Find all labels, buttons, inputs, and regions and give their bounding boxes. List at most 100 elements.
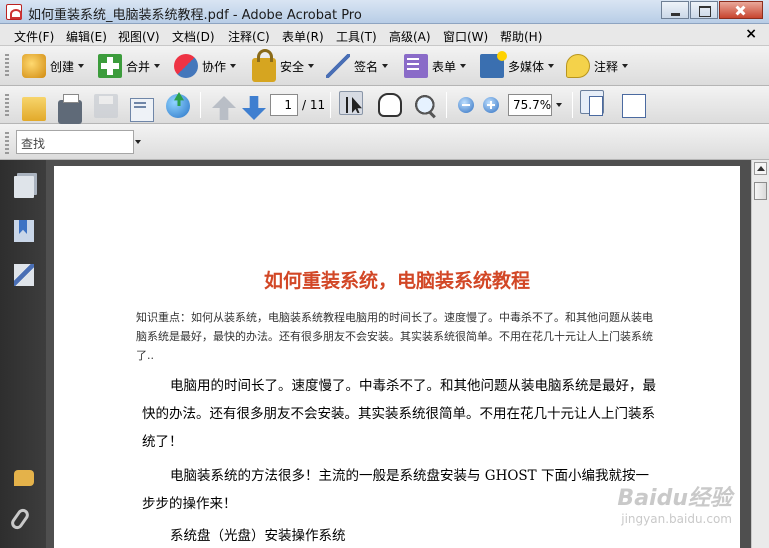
comments-panel-icon[interactable]	[14, 470, 34, 486]
window-title: 如何重装系统_电脑装系统教程.pdf - Adobe Acrobat Pro	[28, 8, 362, 23]
acrobat-pdf-icon	[6, 4, 22, 20]
find-dropdown-chevron-icon[interactable]	[135, 140, 141, 144]
save-button-wrap	[94, 94, 118, 118]
comment-button[interactable]: 注释	[566, 54, 629, 78]
watermark-url: jingyan.baidu.com	[621, 512, 732, 526]
watermark-logo: Baidu经验	[617, 486, 732, 511]
web-upload-icon[interactable]	[166, 94, 190, 118]
marquee-zoom-wrap	[414, 94, 438, 118]
multimedia-label: 多媒体	[508, 59, 545, 74]
minimize-button[interactable]	[661, 1, 689, 19]
scroll-thumb[interactable]	[754, 182, 767, 200]
open-button-wrap	[22, 94, 46, 121]
comment-label: 注释	[594, 59, 619, 74]
hand-tool-wrap	[378, 93, 402, 117]
email-icon[interactable]	[130, 98, 154, 122]
close-window-button[interactable]	[719, 1, 763, 19]
chevron-down-icon	[78, 64, 85, 68]
attachments-paperclip-icon[interactable]	[8, 506, 32, 532]
toolbar-grip[interactable]	[5, 94, 9, 118]
baidu-jingyan-watermark: Baidu经验 jingyan.baidu.com	[617, 480, 732, 526]
menu-document[interactable]: 文档(D)	[172, 28, 215, 45]
next-page-arrow-icon[interactable]	[242, 96, 266, 120]
prev-page-wrap	[212, 96, 236, 120]
pages-panel-icon[interactable]	[14, 176, 34, 198]
menu-tools[interactable]: 工具(T)	[336, 28, 377, 45]
menu-comments[interactable]: 注释(C)	[228, 28, 270, 45]
create-button[interactable]: 创建	[22, 54, 85, 78]
fit-window-icon[interactable]	[622, 94, 646, 118]
toolbar-separator	[330, 92, 331, 118]
chevron-down-icon	[308, 64, 315, 68]
forms-button[interactable]: 表单	[404, 54, 467, 78]
secure-button[interactable]: 安全	[252, 49, 315, 82]
zoom-out-wrap	[458, 97, 474, 113]
zoom-level-input[interactable]: 75.7%	[508, 94, 552, 116]
hand-tool-icon[interactable]	[378, 93, 402, 117]
window-controls	[660, 1, 763, 19]
next-page-wrap	[242, 96, 266, 120]
secure-label: 安全	[280, 59, 305, 74]
tasks-toolbar: 创建 合并 协作 安全 签名 表单 多媒体 注释	[0, 46, 769, 86]
combine-files-icon	[98, 54, 122, 78]
zoom-dropdown-chevron-icon[interactable]	[556, 103, 562, 107]
menu-file[interactable]: 文件(F)	[14, 28, 54, 45]
menu-forms[interactable]: 表单(R)	[282, 28, 324, 45]
chevron-down-icon	[382, 64, 389, 68]
printer-icon[interactable]	[58, 94, 82, 124]
chevron-down-icon	[548, 64, 555, 68]
fit-page-icon[interactable]	[580, 90, 604, 116]
scroll-up-arrow-icon[interactable]	[754, 162, 767, 175]
pen-icon	[326, 54, 350, 78]
document-paragraph: 电脑用的时间长了。速度慢了。中毒杀不了。和其他问题从装电脑系统是最好，最快的办法…	[142, 378, 656, 450]
open-folder-icon[interactable]	[22, 97, 46, 121]
signatures-panel-icon[interactable]	[14, 264, 34, 286]
collaborate-button[interactable]: 协作	[174, 54, 237, 78]
maximize-button[interactable]	[690, 1, 718, 19]
email-button-wrap	[130, 94, 154, 122]
toolbar-separator	[446, 92, 447, 118]
zoom-in-wrap	[483, 97, 499, 113]
chevron-down-icon	[154, 64, 161, 68]
create-pdf-icon	[22, 54, 46, 78]
vertical-scrollbar[interactable]	[751, 160, 769, 548]
collaborate-icon	[174, 54, 198, 78]
select-text-cursor-icon[interactable]	[339, 91, 363, 115]
combine-button[interactable]: 合并	[98, 54, 161, 78]
chevron-down-icon	[230, 64, 237, 68]
page-number-input[interactable]: 1	[270, 94, 298, 116]
menu-help[interactable]: 帮助(H)	[500, 28, 542, 45]
save-disk-icon[interactable]	[94, 94, 118, 118]
find-toolbar: 查找	[0, 124, 769, 160]
collaborate-label: 协作	[202, 59, 227, 74]
zoom-out-icon[interactable]	[458, 97, 474, 113]
toolbar-grip[interactable]	[5, 54, 9, 78]
sign-label: 签名	[354, 59, 379, 74]
toolbar-grip[interactable]	[5, 132, 9, 156]
page-total: / 11	[302, 98, 326, 112]
menu-bar: 文件(F) 编辑(E) 视图(V) 文档(D) 注释(C) 表单(R) 工具(T…	[0, 24, 769, 46]
menu-view[interactable]: 视图(V)	[118, 28, 160, 45]
marquee-zoom-icon[interactable]	[414, 94, 438, 118]
title-bar: 如何重装系统_电脑装系统教程.pdf - Adobe Acrobat Pro	[0, 0, 769, 24]
sign-button[interactable]: 签名	[326, 54, 389, 78]
file-navigation-toolbar: 1 / 11 75.7%	[0, 86, 769, 124]
find-input[interactable]: 查找	[16, 130, 134, 154]
fit-page-wrap	[580, 90, 604, 116]
document-paragraph: 系统盘（光盘）安装操作系统	[170, 528, 346, 544]
navigation-panel	[0, 160, 46, 548]
menu-window[interactable]: 窗口(W)	[443, 28, 488, 45]
previous-page-arrow-icon[interactable]	[212, 96, 236, 120]
zoom-in-icon[interactable]	[483, 97, 499, 113]
menu-edit[interactable]: 编辑(E)	[66, 28, 107, 45]
forms-label: 表单	[432, 59, 457, 74]
bookmarks-panel-icon[interactable]	[14, 220, 34, 242]
toolbar-separator	[572, 92, 573, 118]
multimedia-button[interactable]: 多媒体	[480, 51, 555, 78]
menu-advanced[interactable]: 高级(A)	[389, 28, 431, 45]
select-tool-wrap	[339, 91, 363, 115]
zoom-control: 75.7%	[508, 94, 562, 116]
create-label: 创建	[50, 59, 75, 74]
lock-icon	[252, 49, 276, 82]
close-document-button[interactable]: ×	[745, 26, 757, 42]
